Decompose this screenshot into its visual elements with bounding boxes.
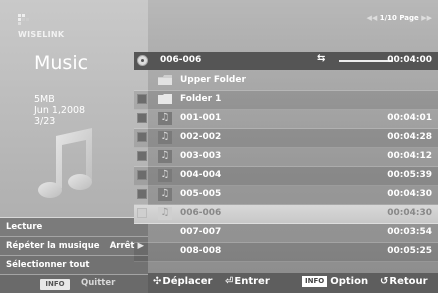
- list-item-label: 004-004: [180, 170, 222, 180]
- category-title: Music: [34, 52, 89, 74]
- list-item-selected[interactable]: ♫ 006-006 00:04:30: [134, 205, 438, 224]
- list-item-duration: 00:04:28: [387, 132, 432, 142]
- item-checkbox[interactable]: [137, 132, 147, 142]
- list-item[interactable]: Folder 1: [134, 91, 438, 110]
- item-checkbox[interactable]: [137, 113, 147, 123]
- return-icon: ↺: [380, 276, 389, 287]
- file-size: 5MB: [34, 94, 55, 105]
- list-item-duration: 00:04:12: [387, 151, 432, 161]
- file-meta: 5MB Jun 1,2008 3/23: [34, 94, 85, 127]
- list-item-label: Upper Folder: [180, 75, 246, 85]
- info-key-tag: INFO: [302, 276, 328, 287]
- enter-icon: ⏎: [225, 276, 234, 287]
- folder-icon: [158, 94, 172, 104]
- help-bar: ✣Déplacer ⏎Entrer INFO Option ↺Retour: [148, 273, 438, 293]
- list-item[interactable]: 008-008 00:05:25: [134, 243, 438, 262]
- item-checkbox[interactable]: [137, 208, 147, 218]
- wiselink-mark-icon: [18, 14, 29, 25]
- brand-name: WISELINK: [18, 30, 65, 39]
- list-item-duration: 00:05:39: [387, 170, 432, 180]
- list-item[interactable]: ♫ 004-004 00:05:39: [134, 167, 438, 186]
- music-file-icon: ♫: [158, 188, 172, 201]
- repeat-icon: ⇆: [317, 53, 326, 64]
- disc-icon: [137, 55, 148, 66]
- prev-page-icon[interactable]: ◀◀: [367, 14, 378, 22]
- now-playing-bar: 006-006 ⇆ 00:04:00: [134, 52, 438, 70]
- list-item-label: 007-007: [180, 227, 222, 237]
- menu-select-all-label: Sélectionner tout: [6, 260, 90, 270]
- file-date: Jun 1,2008: [34, 105, 86, 116]
- now-playing-time: 00:04:00: [387, 55, 432, 65]
- music-file-icon: ♫: [158, 169, 172, 182]
- page-indicator: ◀◀ 1/10 Page ▶▶: [367, 14, 432, 22]
- menu-repeat[interactable]: Répéter la musique Arrêt ▶: [0, 236, 148, 255]
- list-item-label: 008-008: [180, 246, 222, 256]
- list-item-duration: 00:05:25: [387, 246, 432, 256]
- music-file-icon: ♫: [158, 150, 172, 163]
- move-icon: ✣: [153, 276, 162, 287]
- menu-repeat-label: Répéter la musique: [6, 241, 100, 251]
- list-item-label: 003-003: [180, 151, 222, 161]
- menu-play[interactable]: Lecture: [0, 217, 148, 236]
- now-playing-title: 006-006: [160, 55, 202, 65]
- page-indicator-text: 1/10 Page: [379, 14, 419, 22]
- list-item-label: Folder 1: [180, 94, 222, 104]
- info-key-tag: INFO: [40, 279, 70, 290]
- list-item-duration: 00:04:30: [387, 189, 432, 199]
- menu-select-all[interactable]: Sélectionner tout: [0, 255, 148, 274]
- next-page-icon[interactable]: ▶▶: [421, 14, 432, 22]
- list-item-duration: 00:03:54: [387, 227, 432, 237]
- help-return-label: Retour: [389, 276, 428, 287]
- list-item-duration: 00:04:30: [387, 208, 432, 218]
- music-file-icon: ♫: [158, 131, 172, 144]
- item-checkbox[interactable]: [137, 94, 147, 104]
- item-checkbox[interactable]: [137, 189, 147, 199]
- list-item[interactable]: ♫ 002-002 00:04:28: [134, 129, 438, 148]
- wiselink-logo: WISELINK: [18, 14, 98, 48]
- help-enter: ⏎Entrer: [225, 276, 270, 287]
- help-move: ✣Déplacer: [153, 276, 212, 287]
- list-item-label: 002-002: [180, 132, 222, 142]
- help-return: ↺Retour: [380, 276, 428, 287]
- music-file-icon: ♫: [158, 112, 172, 125]
- music-note-icon: [38, 128, 92, 198]
- left-panel: WISELINK Music 5MB Jun 1,2008 3/23 Lectu…: [0, 0, 148, 293]
- quit-label: Quitter: [81, 278, 116, 288]
- list-item-label: 006-006: [180, 208, 222, 218]
- help-option: INFO Option: [302, 276, 368, 287]
- list-item-label: 005-005: [180, 189, 222, 199]
- help-enter-label: Entrer: [234, 276, 270, 287]
- file-index: 3/23: [34, 116, 56, 127]
- wiselink-screen: WISELINK Music 5MB Jun 1,2008 3/23 Lectu…: [0, 0, 438, 293]
- list-item[interactable]: ♫ 005-005 00:04:30: [134, 186, 438, 205]
- help-move-label: Déplacer: [162, 276, 213, 287]
- list-item[interactable]: Upper Folder: [134, 72, 438, 91]
- menu-play-label: Lecture: [6, 222, 43, 232]
- upper-folder-icon: [158, 75, 172, 85]
- list-item[interactable]: 007-007 00:03:54: [134, 224, 438, 243]
- item-checkbox[interactable]: [137, 170, 147, 180]
- item-checkbox[interactable]: [137, 151, 147, 161]
- help-option-label: Option: [330, 276, 369, 287]
- list-item-label: 001-001: [180, 113, 222, 123]
- playback-progress-bar: [339, 60, 393, 62]
- list-item[interactable]: ♫ 001-001 00:04:01: [134, 110, 438, 129]
- music-file-icon: ♫: [158, 207, 172, 220]
- quit-button[interactable]: INFO Quitter: [0, 274, 148, 293]
- list-item-duration: 00:04:01: [387, 113, 432, 123]
- list-item[interactable]: ♫ 003-003 00:04:12: [134, 148, 438, 167]
